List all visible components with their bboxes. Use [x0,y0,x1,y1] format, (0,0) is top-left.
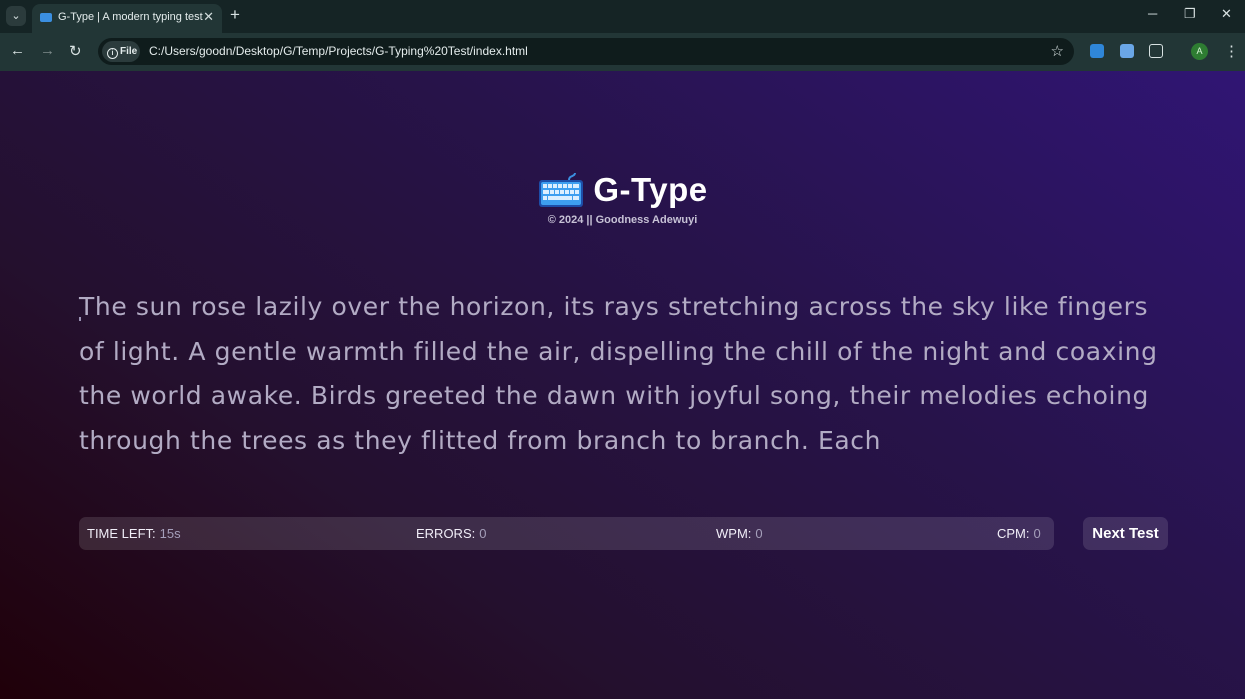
copyright-subtitle: © 2024 || Goodness Adewuyi [547,214,698,226]
keyboard-favicon-icon [40,13,52,22]
time-left-value: 15s [159,526,181,541]
stats-bar: TIME LEFT: 15s ERRORS: 0 WPM: 0 CPM: 0 [79,517,1054,550]
back-icon[interactable]: ← [10,42,25,59]
cpm-label: CPM: [997,526,1030,541]
tab-strip: ⌄ G-Type | A modern typing test ✕ + ─ ❐ … [0,0,1245,33]
url-text[interactable]: C:/Users/goodn/Desktop/G/Temp/Projects/G… [149,44,528,58]
tab-title: G-Type | A modern typing test [58,11,203,23]
tab-search-button[interactable]: ⌄ [6,6,26,26]
typing-test-page: G-Type © 2024 || Goodness Adewuyi The su… [0,71,1245,699]
bookmark-star-icon[interactable]: ☆ [1051,42,1064,60]
site-info-chip[interactable]: i File [102,41,140,62]
site-chip-label: File [120,46,138,57]
wpm-value: 0 [755,526,763,541]
brand-header: G-Type © 2024 || Goodness Adewuyi [0,171,1245,226]
download-extension-icon[interactable] [1090,44,1104,58]
wpm-label: WPM: [716,526,752,541]
errors-value: 0 [479,526,487,541]
info-icon: i [107,48,118,59]
forward-icon[interactable]: → [40,42,55,59]
errors-label: ERRORS: [416,526,476,541]
wpm-stat: WPM: 0 [716,526,763,541]
new-tab-button[interactable]: + [230,5,240,25]
minimize-icon[interactable]: ─ [1148,6,1157,21]
extensions-puzzle-icon[interactable] [1149,44,1163,58]
time-left-label: TIME LEFT: [87,526,156,541]
active-tab[interactable]: G-Type | A modern typing test ✕ [32,4,222,33]
app-title: G-Type [593,171,708,208]
reader-extension-icon[interactable] [1120,44,1134,58]
keyboard-icon [539,172,584,207]
cpm-stat: CPM: 0 [997,526,1041,541]
cpm-value: 0 [1033,526,1041,541]
browser-menu-icon[interactable]: ⋮ [1224,42,1239,60]
profile-avatar[interactable]: A [1191,43,1208,60]
typing-passage[interactable]: The sun rose lazily over the horizon, it… [79,285,1164,464]
close-window-icon[interactable]: ✕ [1221,6,1232,22]
errors-stat: ERRORS: 0 [416,526,486,541]
restore-icon[interactable]: ❐ [1184,6,1196,22]
address-bar[interactable]: i File C:/Users/goodn/Desktop/G/Temp/Proj… [98,38,1074,65]
time-left-stat: TIME LEFT: 15s [87,526,181,541]
reload-icon[interactable]: ↻ [69,42,82,60]
next-test-button[interactable]: Next Test [1083,517,1168,550]
close-tab-icon[interactable]: ✕ [203,9,214,25]
browser-toolbar: ← → ↻ i File C:/Users/goodn/Desktop/G/Tem… [0,33,1245,71]
